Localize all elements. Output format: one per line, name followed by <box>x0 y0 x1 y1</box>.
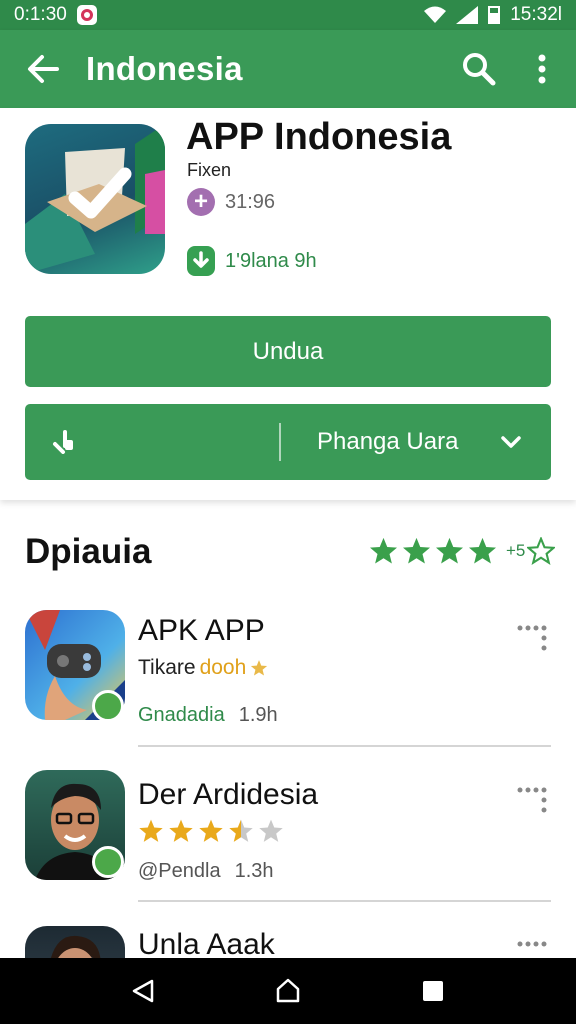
list-item-publisher: Gnadadia <box>138 704 225 726</box>
more-vert-icon[interactable] <box>512 620 552 660</box>
list-item-rating <box>138 818 284 844</box>
version-text: 31:96 <box>225 190 276 213</box>
secondary-label: Phanga Uara <box>317 428 459 455</box>
version-row: + 31:96 <box>187 188 275 216</box>
star-filled-icon <box>139 819 163 842</box>
navigation-bar <box>0 958 576 1024</box>
list-item-meta: Gnadadia 1.9h <box>138 704 278 727</box>
divider <box>138 900 551 902</box>
install-button[interactable]: Undua <box>25 316 551 387</box>
section-title: Dpiauia <box>25 532 152 571</box>
app-title: APP Indonesia <box>186 116 452 158</box>
star-filled-icon <box>199 819 223 842</box>
plus-icon: + <box>187 188 215 216</box>
divider <box>138 745 551 747</box>
list-item[interactable]: Der Ardidesia @Pendla 1.3h <box>0 760 576 916</box>
size-text: 1'9lana 9h <box>225 249 317 272</box>
arrow-left-icon <box>28 55 59 83</box>
list-item[interactable]: Unla Aaak <box>0 920 576 958</box>
home-nav-button[interactable] <box>258 961 318 1021</box>
list-item-name: Unla Aaak <box>138 928 275 958</box>
list-item-name: APK APP <box>138 614 265 647</box>
app-detail-card: APP Indonesia Fixen + 31:96 1'9lana 9h U… <box>0 108 576 500</box>
star-icon <box>403 537 430 564</box>
list-item-sub-text: Tikare <box>138 656 196 679</box>
status-bar: 0:1:30 15:32l <box>0 0 576 30</box>
star-half-icon <box>229 819 253 842</box>
search-icon <box>463 53 496 86</box>
back-triangle-icon <box>132 979 153 1003</box>
list-item[interactable]: APK APP Tikare dooh Gnadadia 1.9h <box>0 600 576 756</box>
split-action-button: Phanga Uara <box>25 404 551 480</box>
battery-icon <box>488 6 501 24</box>
status-clock: 15:32l <box>510 4 562 25</box>
chevron-down-icon <box>501 436 521 448</box>
installed-badge-icon <box>92 846 124 878</box>
list-item-age: 1.3h <box>234 860 274 882</box>
more-vert-icon <box>538 54 546 84</box>
app-icon-graphic <box>25 124 165 274</box>
list-item-publisher: @Pendla <box>138 860 221 882</box>
thumb-action-button[interactable] <box>25 404 279 480</box>
instagram-notification-icon <box>76 5 97 25</box>
app-icon <box>25 124 165 274</box>
star-icon <box>469 537 496 564</box>
back-button[interactable] <box>0 30 86 108</box>
app-developer[interactable]: Fixen <box>187 160 231 181</box>
installed-badge-icon <box>92 690 124 722</box>
back-nav-button[interactable] <box>113 961 173 1021</box>
list-item-meta: @Pendla 1.3h <box>138 860 274 883</box>
list-item-sub-highlight: dooh <box>199 656 247 679</box>
list-item-age: 1.9h <box>238 704 278 726</box>
star-filled-icon <box>169 819 193 842</box>
star-icon <box>436 537 463 564</box>
star-empty-icon <box>259 819 283 842</box>
star-icon <box>251 660 268 676</box>
wifi-icon <box>424 6 447 23</box>
secondary-dropdown-button[interactable]: Phanga Uara <box>281 404 551 480</box>
list-item-name: Der Ardidesia <box>138 778 319 811</box>
more-vert-icon[interactable] <box>512 782 552 822</box>
thumb-icon <box>53 430 73 454</box>
search-button[interactable] <box>450 30 508 108</box>
page-title: Indonesia <box>86 50 243 87</box>
recents-nav-button[interactable] <box>403 961 463 1021</box>
star-icon <box>370 537 397 564</box>
app-bar: Indonesia <box>0 30 576 108</box>
more-options-button[interactable] <box>508 30 576 108</box>
list-item-subtitle: Tikare dooh <box>138 656 268 680</box>
size-row: 1'9lana 9h <box>187 246 317 276</box>
star-outline-icon <box>527 537 556 565</box>
home-icon <box>276 978 300 1003</box>
section-rating: +5 <box>368 536 556 566</box>
download-icon <box>187 246 215 276</box>
status-time: 0:1:30 <box>14 4 67 25</box>
more-vert-icon[interactable] <box>512 936 552 958</box>
cell-signal-icon <box>456 6 479 24</box>
app-icon <box>25 926 125 958</box>
recents-square-icon <box>423 981 444 1001</box>
rating-count: +5 <box>506 541 526 560</box>
